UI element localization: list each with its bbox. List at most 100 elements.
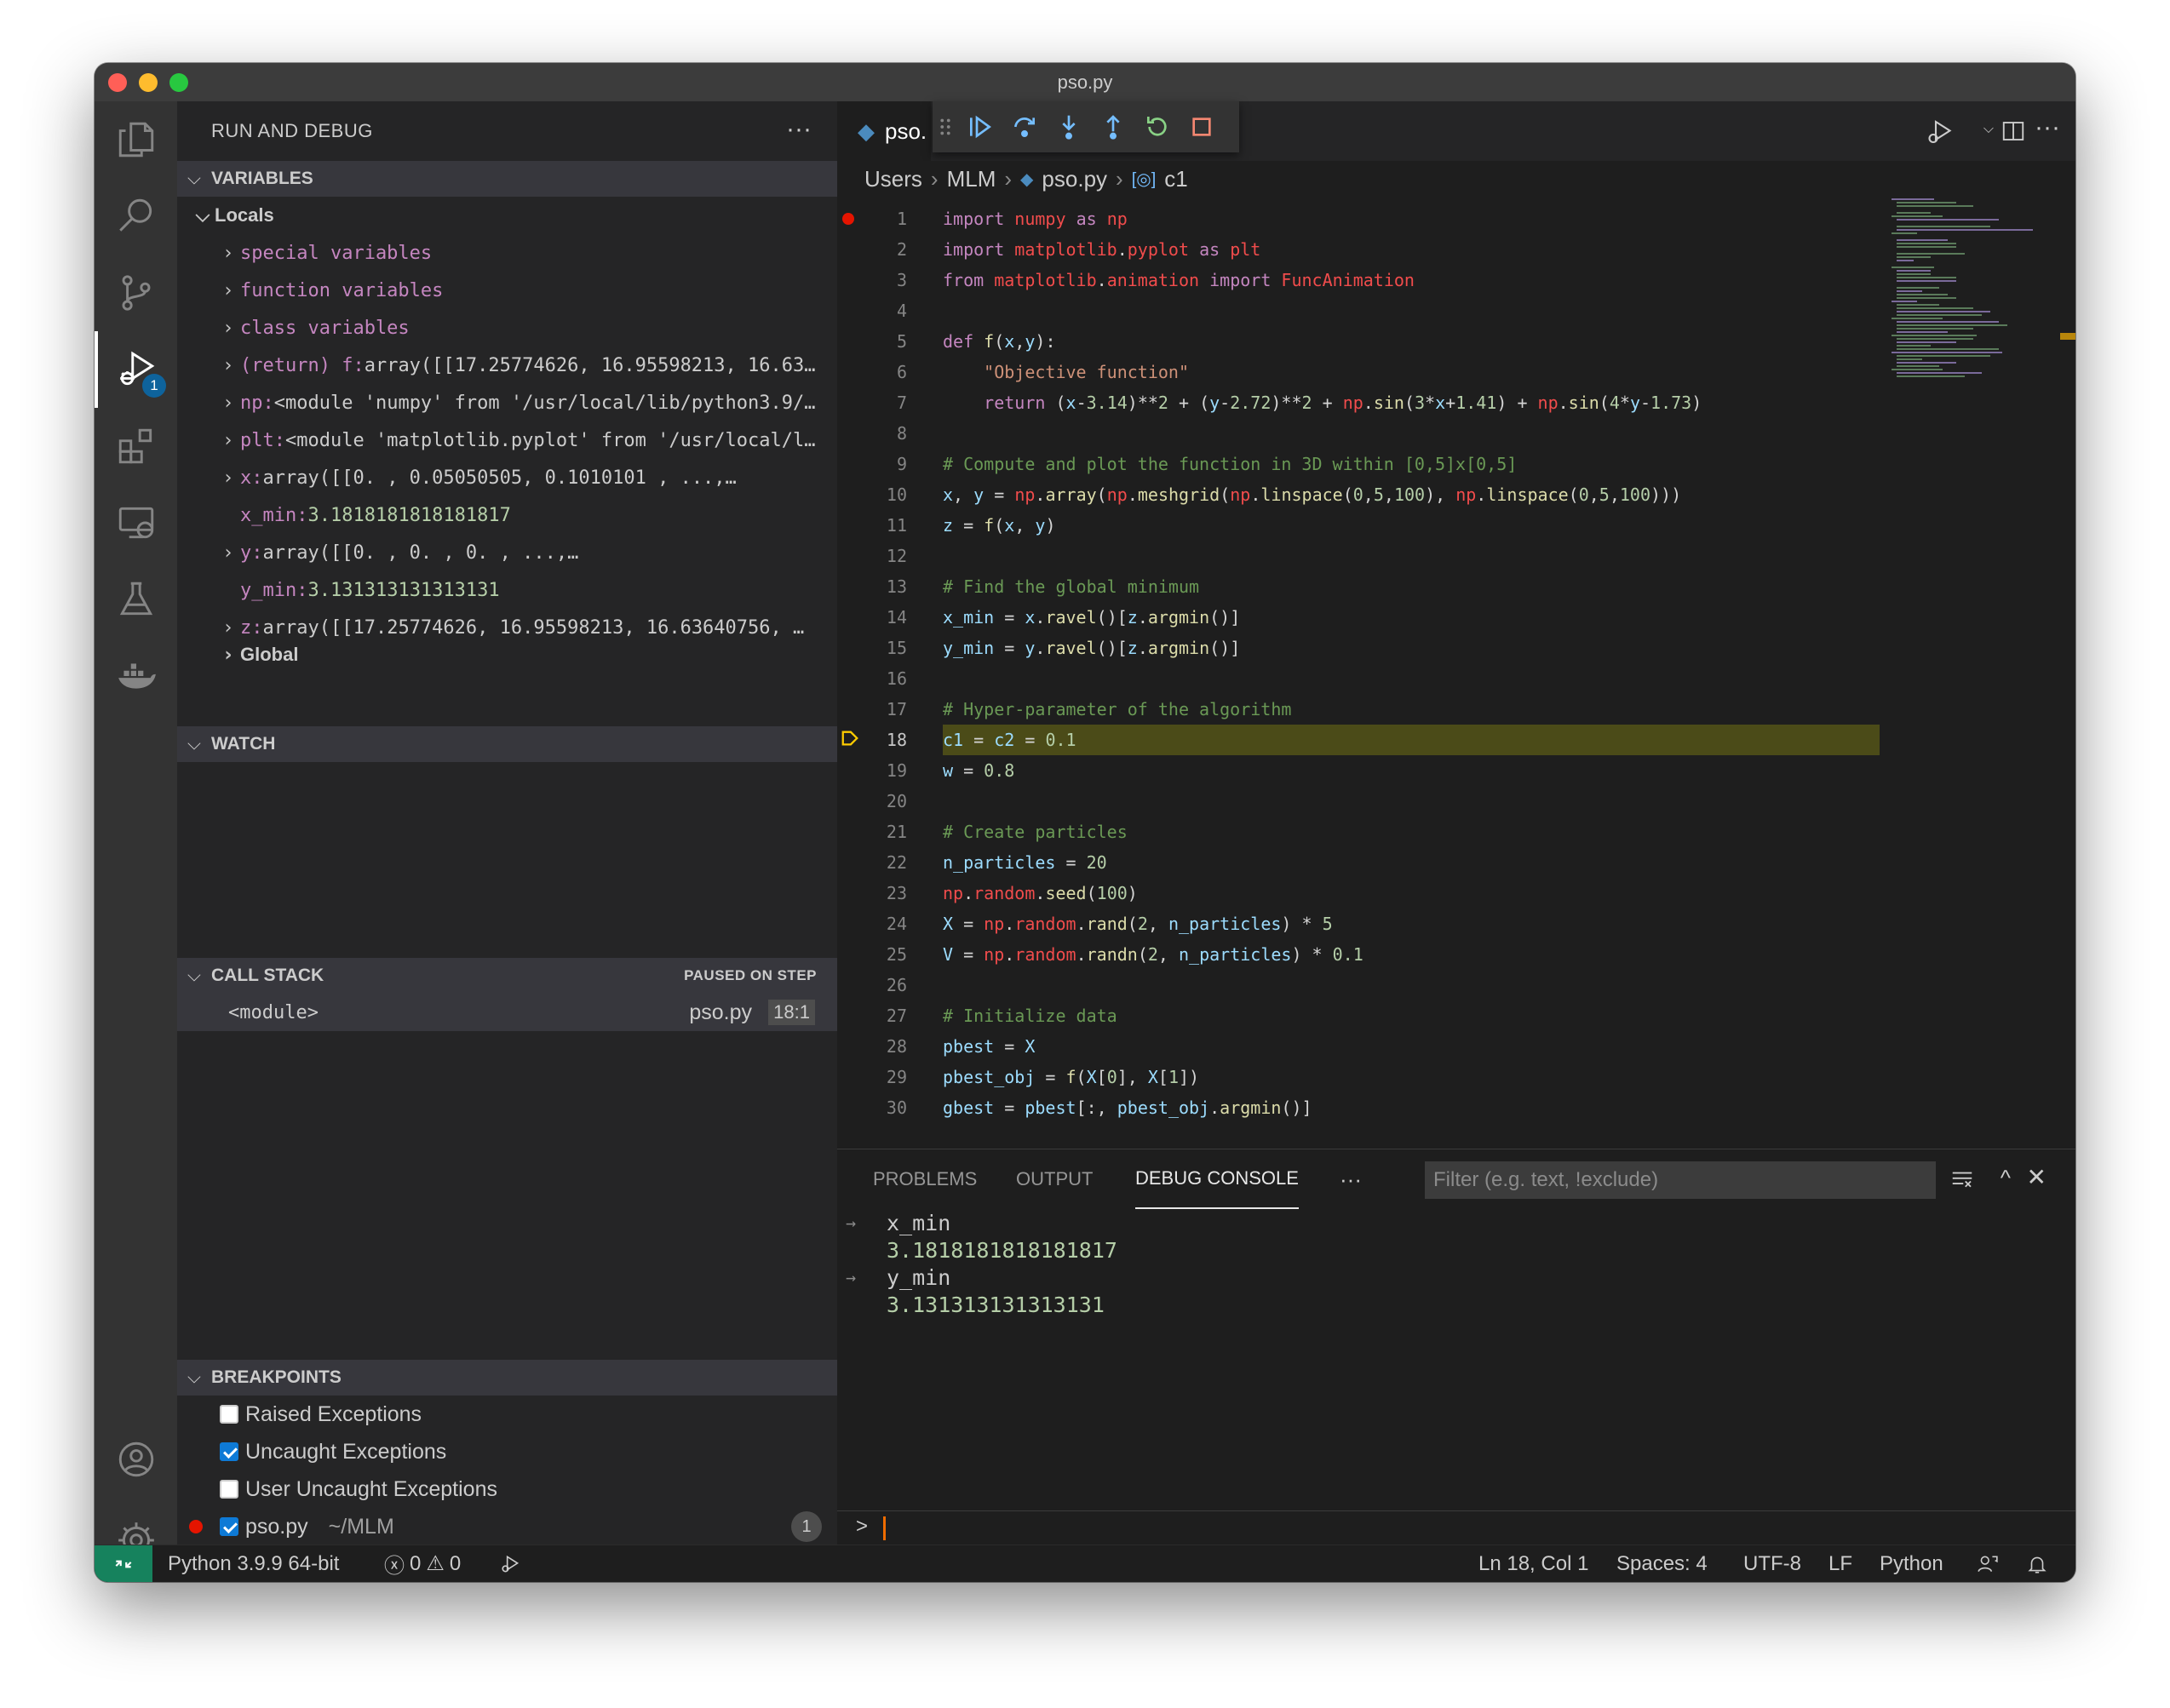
variable-row[interactable]: › function variables xyxy=(177,272,837,309)
breadcrumb-symbol[interactable]: c1 xyxy=(1164,166,1187,192)
step-into-icon[interactable] xyxy=(1047,101,1091,152)
code-line[interactable]: 18 c1 = c2 = 0.1 xyxy=(837,725,1885,755)
panel-more-icon[interactable]: ··· xyxy=(1340,1149,1362,1209)
code-line[interactable]: 10 x, y = np.array(np.meshgrid(np.linspac… xyxy=(837,479,1885,510)
breakpoint-dot-icon[interactable] xyxy=(842,213,854,225)
accounts-icon[interactable] xyxy=(95,1421,177,1498)
variable-row[interactable]: › (return) f: array([[17.25774626, 16.955… xyxy=(177,347,837,384)
code-editor[interactable]: 1 import numpy as np 2 import matplotlib.py… xyxy=(837,197,1885,1210)
code-line[interactable]: 12 xyxy=(837,541,1885,571)
code-line[interactable]: 19 w = 0.8 xyxy=(837,755,1885,786)
variables-section-header[interactable]: ⌵ VARIABLES xyxy=(177,161,837,197)
breadcrumb-file[interactable]: pso.py xyxy=(1042,166,1107,192)
code-line[interactable]: 23 np.random.seed(100) xyxy=(837,878,1885,908)
chevron-down-icon[interactable]: ⌵ xyxy=(1983,122,1994,137)
variable-row[interactable]: › z: array([[17.25774626, 16.95598213, 16… xyxy=(177,609,837,646)
code-line[interactable]: 16 xyxy=(837,663,1885,694)
tab-debug-console[interactable]: DEBUG CONSOLE xyxy=(1135,1149,1299,1209)
variable-row[interactable]: › x: array([[0. , 0.05050505, 0.1010101 ,… xyxy=(177,459,837,496)
debug-status-icon[interactable] xyxy=(500,1545,522,1582)
code-line[interactable]: 30 gbest = pbest[:, pbest_obj.argmin()] xyxy=(837,1092,1885,1123)
testing-icon[interactable] xyxy=(95,561,177,638)
breakpoint-checkbox[interactable] xyxy=(220,1442,238,1461)
code-line[interactable]: 7 return (x-3.14)**2 + (y-2.72)**2 + np.… xyxy=(837,387,1885,418)
feedback-icon[interactable] xyxy=(1977,1545,1999,1582)
tab-pso-py[interactable]: ◆ pso. xyxy=(837,101,931,161)
console-filter-input[interactable]: Filter (e.g. text, !exclude) xyxy=(1425,1161,1936,1199)
code-line[interactable]: 4 xyxy=(837,295,1885,326)
clear-console-icon[interactable] xyxy=(1949,1166,1975,1196)
code-line[interactable]: 27 # Initialize data xyxy=(837,1000,1885,1031)
code-line[interactable]: 1 import numpy as np xyxy=(837,203,1885,234)
code-line[interactable]: 11 z = f(x, y) xyxy=(837,510,1885,541)
cursor-position[interactable]: Ln 18, Col 1 xyxy=(1478,1545,1588,1582)
watch-section-header[interactable]: ⌵ WATCH xyxy=(177,726,837,762)
run-and-debug-icon[interactable]: 1 xyxy=(95,331,177,408)
restart-icon[interactable] xyxy=(1135,101,1180,152)
extensions-icon[interactable] xyxy=(95,408,177,484)
remote-explorer-icon[interactable] xyxy=(95,484,177,561)
code-line[interactable]: 9 # Compute and plot the function in 3D w… xyxy=(837,449,1885,479)
code-line[interactable]: 29 pbest_obj = f(X[0], X[1]) xyxy=(837,1062,1885,1092)
docker-icon[interactable] xyxy=(95,638,177,714)
code-line[interactable]: 17 # Hyper-parameter of the algorithm xyxy=(837,694,1885,725)
code-line[interactable]: 28 pbest = X xyxy=(837,1031,1885,1062)
code-line[interactable]: 22 n_particles = 20 xyxy=(837,847,1885,878)
continue-icon[interactable] xyxy=(958,101,1002,152)
problems-indicator[interactable]: ⓧ 0 ⚠ 0 xyxy=(384,1545,461,1582)
file-encoding[interactable]: UTF-8 xyxy=(1743,1545,1801,1582)
indentation[interactable]: Spaces: 4 xyxy=(1616,1545,1708,1582)
code-line[interactable]: 21 # Create particles xyxy=(837,817,1885,847)
source-control-icon[interactable] xyxy=(95,255,177,331)
call-stack-section-header[interactable]: ⌵ CALL STACK PAUSED ON STEP xyxy=(177,958,837,994)
breadcrumb-mlm[interactable]: MLM xyxy=(947,166,996,192)
code-line[interactable]: 15 y_min = y.ravel()[z.argmin()] xyxy=(837,633,1885,663)
variable-row[interactable]: › np: <module 'numpy' from '/usr/local/li… xyxy=(177,384,837,421)
code-line[interactable]: 2 import matplotlib.pyplot as plt xyxy=(837,234,1885,265)
code-line[interactable]: 24 X = np.random.rand(2, n_particles) * 5 xyxy=(837,908,1885,939)
maximize-window-button[interactable] xyxy=(169,73,188,92)
variable-row[interactable]: › y: array([[0. , 0. , 0. , ...,… xyxy=(177,534,837,571)
file-breakpoint[interactable]: pso.py ~/MLM 1 xyxy=(177,1508,837,1545)
maximize-panel-icon[interactable]: ^ xyxy=(2001,1165,2011,1191)
breakpoints-section-header[interactable]: ⌵ BREAKPOINTS xyxy=(177,1360,837,1396)
variable-row[interactable]: › plt: <module 'matplotlib.pyplot' from '… xyxy=(177,421,837,459)
remote-indicator[interactable] xyxy=(95,1545,152,1582)
line-ending[interactable]: LF xyxy=(1828,1545,1852,1582)
breakpoint-checkbox[interactable] xyxy=(220,1517,238,1536)
explorer-icon[interactable] xyxy=(95,101,177,178)
search-icon[interactable] xyxy=(95,178,177,255)
console-input-row[interactable]: > xyxy=(837,1510,2075,1545)
minimap[interactable] xyxy=(1885,197,2075,1210)
close-window-button[interactable] xyxy=(108,73,127,92)
notifications-bell-icon[interactable] xyxy=(2026,1545,2048,1582)
call-stack-frame[interactable]: <module> pso.py 18:1 xyxy=(177,994,837,1031)
minimize-window-button[interactable] xyxy=(139,73,158,92)
breakpoint-checkbox[interactable] xyxy=(220,1405,238,1424)
code-line[interactable]: 8 xyxy=(837,418,1885,449)
tab-problems[interactable]: PROBLEMS xyxy=(873,1149,977,1209)
variable-row[interactable]: › class variables xyxy=(177,309,837,347)
step-out-icon[interactable] xyxy=(1091,101,1135,152)
stop-icon[interactable] xyxy=(1180,101,1224,152)
code-line[interactable]: 3 from matplotlib.animation import FuncAn… xyxy=(837,265,1885,295)
breadcrumb-users[interactable]: Users xyxy=(864,166,922,192)
code-line[interactable]: 26 xyxy=(837,970,1885,1000)
locals-scope[interactable]: ⌵ Locals xyxy=(177,197,837,234)
variable-row[interactable]: y_min: 3.131313131313131 xyxy=(177,571,837,609)
code-line[interactable]: 13 # Find the global minimum xyxy=(837,571,1885,602)
editor-more-actions-icon[interactable]: ··· xyxy=(2035,113,2060,142)
step-over-icon[interactable] xyxy=(1002,101,1047,152)
run-debug-icon[interactable] xyxy=(1926,117,1956,152)
python-interpreter[interactable]: Python 3.9.9 64-bit xyxy=(168,1545,339,1582)
code-line[interactable]: 5 def f(x,y): xyxy=(837,326,1885,357)
language-mode[interactable]: Python xyxy=(1880,1545,1943,1582)
drag-handle-icon[interactable] xyxy=(933,101,958,152)
exception-breakpoint[interactable]: Raised Exceptions xyxy=(177,1396,837,1433)
breakpoint-checkbox[interactable] xyxy=(220,1480,238,1499)
variable-row[interactable]: x_min: 3.1818181818181817 xyxy=(177,496,837,534)
code-line[interactable]: 25 V = np.random.randn(2, n_particles) * … xyxy=(837,939,1885,970)
exception-breakpoint[interactable]: Uncaught Exceptions xyxy=(177,1433,837,1470)
code-line[interactable]: 20 xyxy=(837,786,1885,817)
exception-breakpoint[interactable]: User Uncaught Exceptions xyxy=(177,1470,837,1508)
